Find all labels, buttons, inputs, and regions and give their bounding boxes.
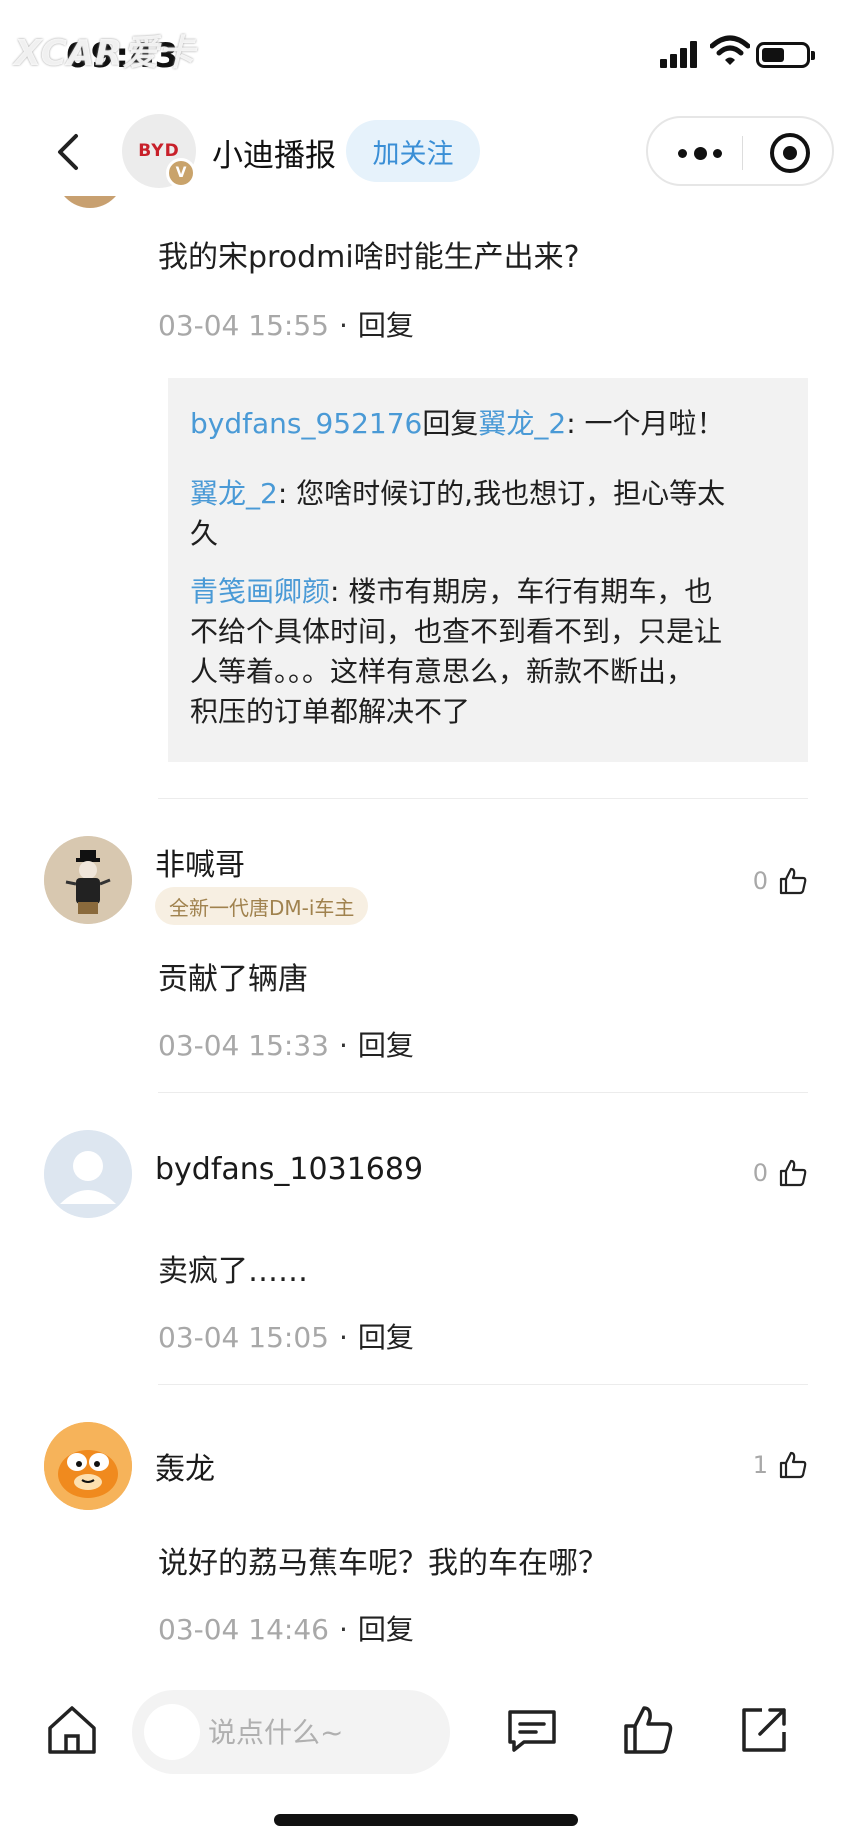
signal-icon xyxy=(660,40,700,68)
reply-username[interactable]: 青笺画卿颜 xyxy=(190,575,330,608)
reply-button[interactable]: 回复 xyxy=(358,1613,414,1646)
user-avatar[interactable] xyxy=(44,1422,132,1510)
reply-text: : 楼市有期房，车行有期车，也 xyxy=(330,575,713,608)
reply-username[interactable]: 翼龙_2 xyxy=(190,477,278,510)
reply-text: 久 xyxy=(190,517,219,550)
reply-item[interactable]: 翼龙_2: 您啥时候订的,我也想订，担心等太 久 xyxy=(190,474,790,554)
reply-text: : 您啥时候订的,我也想订，担心等太 xyxy=(277,477,726,510)
close-miniprogram-icon[interactable] xyxy=(770,133,810,173)
comment-input[interactable] xyxy=(208,1708,438,1756)
comment-meta: 03-04 14:46 · 回复 xyxy=(158,1613,414,1646)
nav-header: BYD V 小迪播报 加关注 xyxy=(0,108,852,196)
share-icon[interactable] xyxy=(736,1702,792,1758)
username[interactable]: bydfans_1031689 xyxy=(155,1152,423,1187)
comment-text: 我的宋prodmi啥时能生产出来? xyxy=(158,240,580,275)
comment-icon[interactable] xyxy=(504,1702,560,1758)
comment-meta: 03-04 15:55 · 回复 xyxy=(158,309,414,342)
status-bar: 09:43 XCAR爱卡 xyxy=(0,0,852,105)
reply-text: : 一个月啦！ xyxy=(566,407,725,440)
reply-item[interactable]: bydfans_952176回复翼龙_2: 一个月啦！ xyxy=(190,404,790,444)
comment-divider xyxy=(158,1384,808,1385)
like-button[interactable]: 1 xyxy=(738,1448,808,1482)
avatar-figure-icon xyxy=(44,836,132,924)
reply-button[interactable]: 回复 xyxy=(358,309,414,342)
reply-text: 人等着。。。这样有意思么，新款不断出， xyxy=(190,655,695,688)
bottom-action-bar xyxy=(0,1680,852,1800)
like-button[interactable]: 0 xyxy=(738,864,808,898)
miniprogram-capsule xyxy=(646,116,834,186)
verified-badge-icon: V xyxy=(166,158,196,188)
default-avatar-icon xyxy=(44,1130,132,1218)
user-avatar[interactable] xyxy=(44,1130,132,1218)
thumbs-up-icon xyxy=(779,1451,807,1479)
reply-button[interactable]: 回复 xyxy=(358,1321,414,1354)
user-mini-avatar xyxy=(144,1704,200,1760)
home-indicator xyxy=(274,1814,578,1826)
wifi-icon xyxy=(710,35,750,65)
reply-button[interactable]: 回复 xyxy=(358,1029,414,1062)
comment-text: 说好的荔马蕉车呢？我的车在哪？ xyxy=(158,1546,608,1581)
comment-divider xyxy=(158,798,808,799)
like-button[interactable]: 0 xyxy=(738,1156,808,1190)
user-avatar[interactable] xyxy=(44,836,132,924)
thumbs-up-icon xyxy=(779,867,807,895)
comment-date: 03-04 15:55 xyxy=(158,309,329,342)
battery-icon xyxy=(756,42,815,68)
thumbs-up-icon xyxy=(779,1159,807,1187)
reply-target-username[interactable]: 翼龙_2 xyxy=(478,407,566,440)
comment-divider xyxy=(158,1092,808,1093)
reply-text: 不给个具体时间，也查不到看不到，只是让 xyxy=(190,615,723,648)
comment-date: 03-04 15:05 xyxy=(158,1321,329,1354)
comment-meta: 03-04 15:33 · 回复 xyxy=(158,1029,414,1062)
capsule-divider xyxy=(742,136,743,170)
comment-input-box[interactable] xyxy=(132,1690,450,1774)
comment-date: 03-04 15:33 xyxy=(158,1029,329,1062)
cat-avatar-icon xyxy=(44,1422,132,1510)
like-count: 0 xyxy=(752,867,768,895)
reply-username[interactable]: bydfans_952176 xyxy=(190,407,422,440)
more-icon[interactable] xyxy=(678,138,722,168)
follow-button[interactable]: 加关注 xyxy=(346,120,480,182)
back-arrow-icon[interactable] xyxy=(50,130,90,174)
watermark-logo: XCAR爱卡 xyxy=(14,33,195,74)
like-count: 0 xyxy=(752,1159,768,1187)
like-count: 1 xyxy=(752,1451,768,1479)
home-icon[interactable] xyxy=(44,1702,100,1758)
account-name[interactable]: 小迪播报 xyxy=(212,130,336,175)
comment-date: 03-04 14:46 xyxy=(158,1613,329,1646)
owner-badge: 全新一代唐DM-i车主 xyxy=(155,887,369,925)
reply-thread: bydfans_952176回复翼龙_2: 一个月啦！ 翼龙_2: 您啥时候订的… xyxy=(168,378,808,762)
comment-text: 贡献了辆唐 xyxy=(158,962,308,997)
comment-text: 卖疯了…… xyxy=(158,1254,308,1289)
username[interactable]: 非喊哥 xyxy=(155,840,245,884)
reply-text: 积压的订单都解决不了 xyxy=(190,695,471,728)
byd-logo: BYD xyxy=(138,141,180,161)
comment-meta: 03-04 15:05 · 回复 xyxy=(158,1321,414,1354)
username[interactable]: 轰龙 xyxy=(155,1444,215,1488)
like-icon[interactable] xyxy=(620,1702,676,1758)
reply-item[interactable]: 青笺画卿颜: 楼市有期房，车行有期车，也 不给个具体时间，也查不到看不到，只是让… xyxy=(190,572,790,732)
